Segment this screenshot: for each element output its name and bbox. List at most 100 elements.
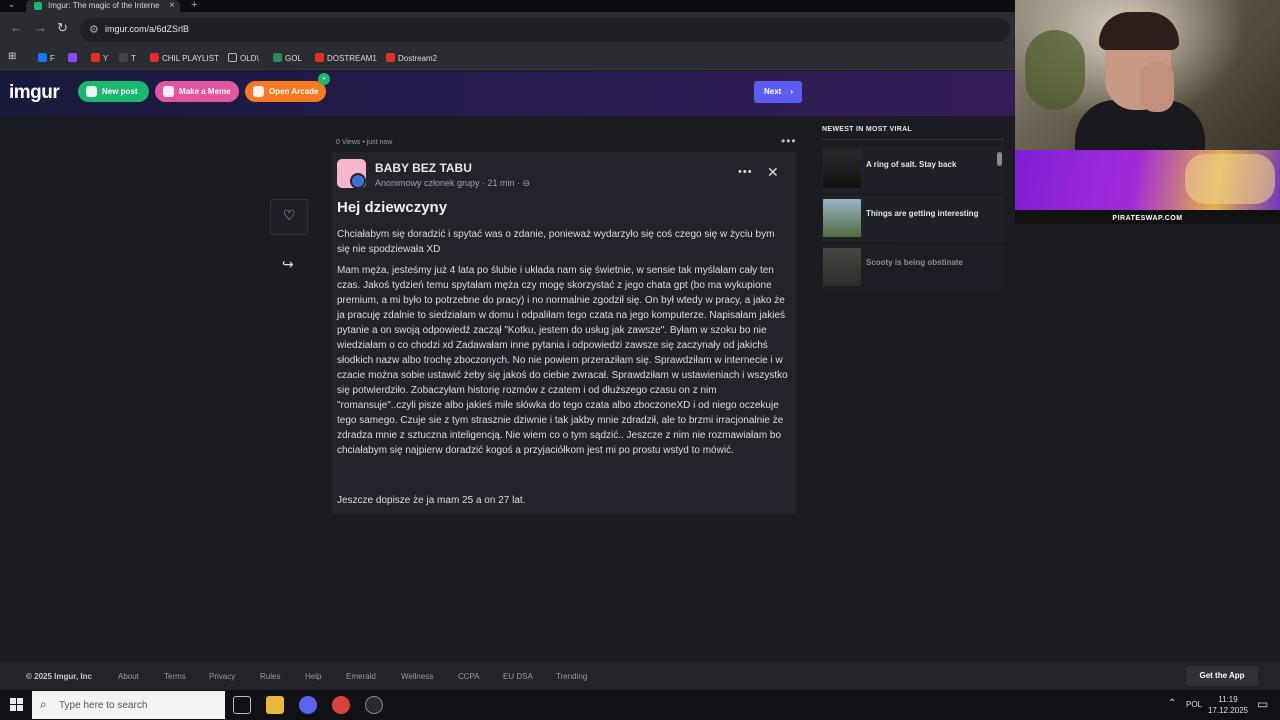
group-avatar	[337, 159, 366, 189]
bookmark-folder-old[interactable]: OLD\	[228, 53, 259, 63]
chevron-right-icon: ›	[790, 87, 793, 96]
tab-search-icon[interactable]: ⌄	[8, 0, 16, 10]
bookmark-dostream2[interactable]: Dostream2	[386, 53, 437, 63]
sidebar-post-item[interactable]: A ring of salt. Stay back	[822, 147, 1004, 193]
footer-link-privacy[interactable]: Privacy	[209, 672, 235, 681]
webcam-person-hand	[1140, 62, 1174, 112]
x-icon	[119, 53, 128, 62]
sidebar-scrollbar[interactable]	[997, 152, 1002, 166]
youtube-icon	[150, 53, 159, 62]
sidebar-post-title: A ring of salt. Stay back	[866, 160, 957, 169]
chrome-icon[interactable]	[332, 696, 350, 714]
share-icon[interactable]: ↪	[282, 256, 294, 273]
notification-icon[interactable]: ▭	[1257, 697, 1268, 711]
imgur-favicon-icon	[34, 2, 42, 10]
tray-overflow-icon[interactable]: ⌃	[1168, 698, 1176, 709]
bookmark-twitch[interactable]	[68, 53, 80, 63]
footer-link-trending[interactable]: Trending	[556, 672, 587, 681]
youtube-icon	[315, 53, 324, 62]
post-paragraph: Chciałabym się doradzić i spytać was o z…	[337, 229, 775, 255]
webcam-overlay	[1015, 0, 1280, 150]
bookmark-t[interactable]: T	[119, 53, 136, 63]
obs-icon[interactable]	[365, 696, 383, 714]
bookmark-dostream1[interactable]: DOSTREAM1	[315, 53, 377, 63]
sidebar-heading: NEWEST IN MOST VIRAL	[822, 126, 912, 133]
bookmark-f[interactable]: F	[38, 53, 55, 63]
language-indicator[interactable]: POL	[1186, 700, 1202, 709]
url-text: imgur.com/a/6dZSrlB	[105, 24, 190, 34]
card-more-icon: •••	[738, 166, 753, 178]
next-post-button[interactable]: Next ›	[754, 81, 802, 103]
clock-date: 17.12.2025	[1207, 706, 1249, 715]
footer-link-terms[interactable]: Terms	[164, 672, 186, 681]
new-post-button[interactable]: New post	[78, 81, 149, 102]
browser-tab-bar: ⌄ Imgur: The magic of the Interne × +	[0, 0, 1015, 12]
start-tile	[10, 705, 16, 711]
gamepad-icon	[253, 86, 264, 97]
windows-taskbar: ⌕ Type here to search ⌃ POL 11:19 17.12.…	[0, 690, 1280, 720]
footer-link-wellness[interactable]: Wellness	[401, 672, 433, 681]
webcam-plant	[1025, 30, 1085, 110]
footer-link-rules[interactable]: Rules	[260, 672, 280, 681]
open-arcade-button[interactable]: Open Arcade +	[245, 73, 330, 102]
post-paragraph: Mam męża, jesteśmy już 4 lata po ślubie …	[337, 265, 788, 456]
bookmark-gol[interactable]: GOL	[273, 53, 302, 63]
twitch-icon	[68, 53, 77, 62]
bookmark-y[interactable]: Y	[91, 53, 108, 63]
file-explorer-icon[interactable]	[266, 696, 284, 714]
taskbar-clock[interactable]: 11:19 17.12.2025	[1206, 694, 1250, 716]
sidebar-post-title: Scooty is being obstinate	[866, 258, 963, 267]
sidebar-post-item[interactable]: Scooty is being obstinate	[822, 245, 1004, 291]
post-thumbnail	[823, 150, 861, 188]
sidebar-post-item[interactable]: Things are getting interesting	[822, 196, 1004, 242]
post-options-icon[interactable]: •••	[781, 134, 797, 148]
get-app-button[interactable]: Get the App	[1186, 666, 1258, 686]
browser-tab[interactable]: Imgur: The magic of the Interne ×	[26, 0, 180, 12]
card-close-icon: ✕	[767, 164, 779, 180]
make-meme-button[interactable]: Make a Meme	[155, 81, 239, 102]
site-header: imgur New post Make a Meme Open Arcade +…	[0, 71, 1015, 116]
youtube-icon	[91, 53, 100, 62]
heart-icon: ♡	[283, 207, 296, 223]
reload-icon[interactable]: ↻	[57, 20, 68, 36]
group-name: BABY BEZ TABU	[375, 161, 472, 175]
taskbar-search-placeholder: Type here to search	[59, 700, 148, 711]
taskbar-search-input[interactable]: ⌕ Type here to search	[32, 691, 225, 719]
forward-icon[interactable]: →	[34, 20, 47, 35]
tab-title: Imgur: The magic of the Interne	[48, 1, 160, 10]
folder-icon	[228, 53, 237, 62]
new-tab-icon[interactable]: +	[191, 0, 197, 11]
footer-link-emerald[interactable]: Emerald	[346, 672, 376, 681]
back-icon[interactable]: ←	[10, 20, 23, 35]
post-meta: 0 Views • just now	[336, 139, 393, 146]
banner-art	[1185, 154, 1275, 204]
sponsor-banner: PIRATESWAP.COM	[1015, 150, 1280, 224]
right-empty-area	[1015, 224, 1280, 662]
apps-grid-icon[interactable]: ⊞	[8, 51, 16, 62]
task-view-icon[interactable]	[233, 696, 251, 714]
post-thumbnail	[823, 248, 861, 286]
banner-brand: PIRATESWAP.COM	[1112, 215, 1183, 222]
site-info-icon[interactable]: ⚙	[89, 23, 99, 36]
plus-icon	[86, 86, 97, 97]
post-paragraph: Jeszcze dopisze że ja mam 25 a on 27 lat…	[337, 495, 526, 506]
site-footer: © 2025 Imgur, Inc About Terms Privacy Ru…	[0, 662, 1280, 690]
group-badge-icon	[350, 173, 366, 189]
tab-close-icon[interactable]: ×	[169, 0, 175, 11]
footer-link-about[interactable]: About	[118, 672, 139, 681]
bookmarks-bar: ⊞ F Y T CHIL PLAYLIST OLD\ GOL DOSTREAM1…	[0, 48, 1015, 70]
imgur-logo[interactable]: imgur	[9, 82, 60, 104]
discord-icon[interactable]	[299, 696, 317, 714]
windows-start-icon[interactable]	[10, 698, 23, 711]
favorite-button[interactable]: ♡	[270, 199, 308, 235]
search-icon: ⌕	[40, 697, 47, 711]
start-tile	[10, 698, 16, 704]
footer-link-help[interactable]: Help	[305, 672, 321, 681]
bookmark-chil-playlist[interactable]: CHIL PLAYLIST	[150, 53, 219, 63]
footer-link-eu-dsa[interactable]: EU DSA	[503, 672, 533, 681]
footer-link-ccpa[interactable]: CCPA	[458, 672, 480, 681]
gol-icon	[273, 53, 282, 62]
url-input[interactable]: ⚙ imgur.com/a/6dZSrlB	[80, 18, 1010, 42]
sidebar-divider	[822, 139, 1004, 140]
address-bar: ← → ↻ ⚙ imgur.com/a/6dZSrlB	[0, 12, 1015, 48]
